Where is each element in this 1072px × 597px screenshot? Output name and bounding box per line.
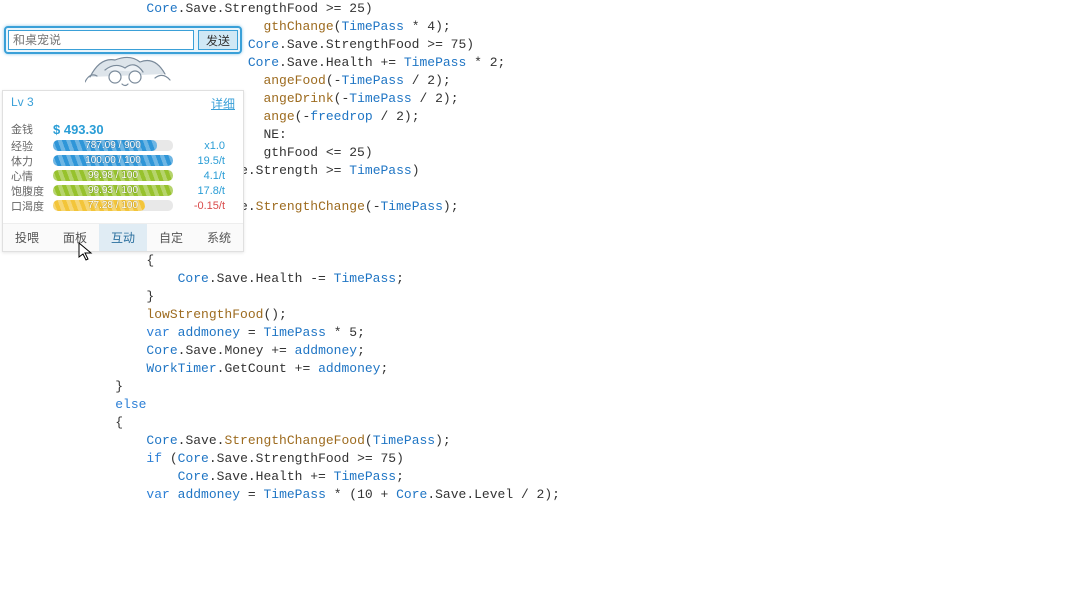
- stat-rate: 4.1/t: [179, 170, 225, 182]
- tab-4[interactable]: 系统: [195, 224, 243, 251]
- pet-stats-panel: Lv 3 详细 金钱 $ 493.30 经验787.09 / 900x1.0体力…: [2, 90, 244, 252]
- stat-row: 经验 787.09 / 900 x1.0: [11, 138, 235, 153]
- stat-row: 体力 100.00 / 100 19.5/t: [11, 153, 235, 168]
- panel-tabs: 投喂面板互动自定系统: [3, 223, 243, 251]
- tab-2[interactable]: 互动: [99, 224, 147, 251]
- stat-rate: 19.5/t: [179, 155, 225, 167]
- stat-bar: 99.93 / 100: [53, 185, 173, 196]
- stat-bar: 99.98 / 100: [53, 170, 173, 181]
- stat-label: 经验: [11, 138, 47, 154]
- pet-avatar: [85, 52, 175, 92]
- tab-1[interactable]: 面板: [51, 224, 99, 251]
- detail-link[interactable]: 详细: [211, 95, 235, 112]
- stat-bar-text: 787.09 / 900: [53, 140, 173, 151]
- stat-bar: 77.28 / 100: [53, 200, 173, 211]
- send-button[interactable]: 发送: [198, 30, 238, 50]
- stat-label: 口渴度: [11, 198, 47, 214]
- level-label: Lv 3: [11, 95, 34, 112]
- money-label: 金钱: [11, 121, 47, 137]
- stat-bar: 787.09 / 900: [53, 140, 173, 151]
- stat-rate: x1.0: [179, 140, 225, 152]
- chat-input-bar: 发送: [4, 26, 242, 54]
- stat-bar-text: 100.00 / 100: [53, 155, 173, 166]
- stat-rate: -0.15/t: [179, 200, 225, 212]
- stat-label: 饱腹度: [11, 183, 47, 199]
- stat-bar-text: 77.28 / 100: [53, 200, 173, 211]
- stat-rate: 17.8/t: [179, 185, 225, 197]
- stat-row: 饱腹度 99.93 / 100 17.8/t: [11, 183, 235, 198]
- stat-label: 心情: [11, 168, 47, 184]
- tab-0[interactable]: 投喂: [3, 224, 51, 251]
- chat-input[interactable]: [8, 30, 194, 50]
- stat-row: 口渴度 77.28 / 100 -0.15/t: [11, 198, 235, 213]
- stat-bar-text: 99.93 / 100: [53, 185, 173, 196]
- stat-bar: 100.00 / 100: [53, 155, 173, 166]
- stat-bar-text: 99.98 / 100: [53, 170, 173, 181]
- stat-label: 体力: [11, 153, 47, 169]
- code-editor-background: Core.Save.StrengthFood >= 25) gthChange(…: [84, 0, 984, 504]
- tab-3[interactable]: 自定: [147, 224, 195, 251]
- stat-row: 心情 99.98 / 100 4.1/t: [11, 168, 235, 183]
- money-value: $ 493.30: [53, 122, 104, 137]
